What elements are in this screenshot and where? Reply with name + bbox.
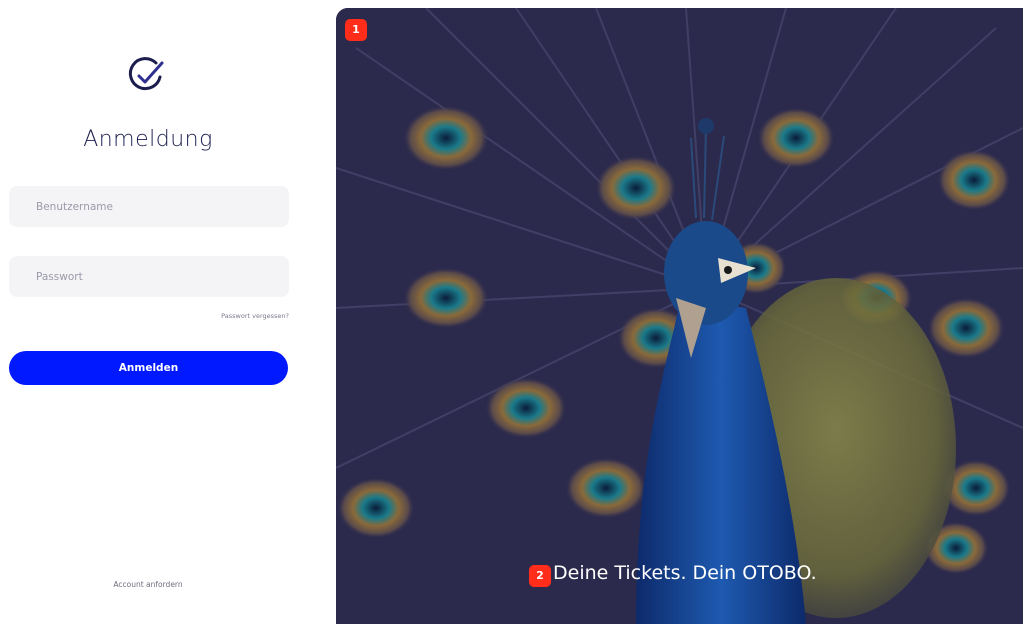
page-title: Anmeldung — [83, 127, 213, 152]
hero-tagline: Deine Tickets. Dein OTOBO. — [553, 562, 817, 584]
hero-image — [336, 8, 1023, 624]
password-input[interactable] — [9, 256, 289, 297]
login-page: Anmeldung Passwort vergessen? Anmelden A… — [0, 0, 1023, 624]
forgot-password-link[interactable]: Passwort vergessen? — [221, 312, 289, 320]
check-circle-icon — [128, 57, 164, 91]
request-account-link[interactable]: Account anfordern — [0, 580, 296, 589]
login-button[interactable]: Anmelden — [9, 351, 288, 385]
annotation-badge-2: 2 — [529, 565, 551, 587]
login-panel: Anmeldung Passwort vergessen? Anmelden A… — [0, 0, 336, 624]
peacock-image — [336, 8, 1023, 624]
username-input[interactable] — [9, 186, 289, 227]
annotation-badge-1: 1 — [345, 19, 367, 41]
